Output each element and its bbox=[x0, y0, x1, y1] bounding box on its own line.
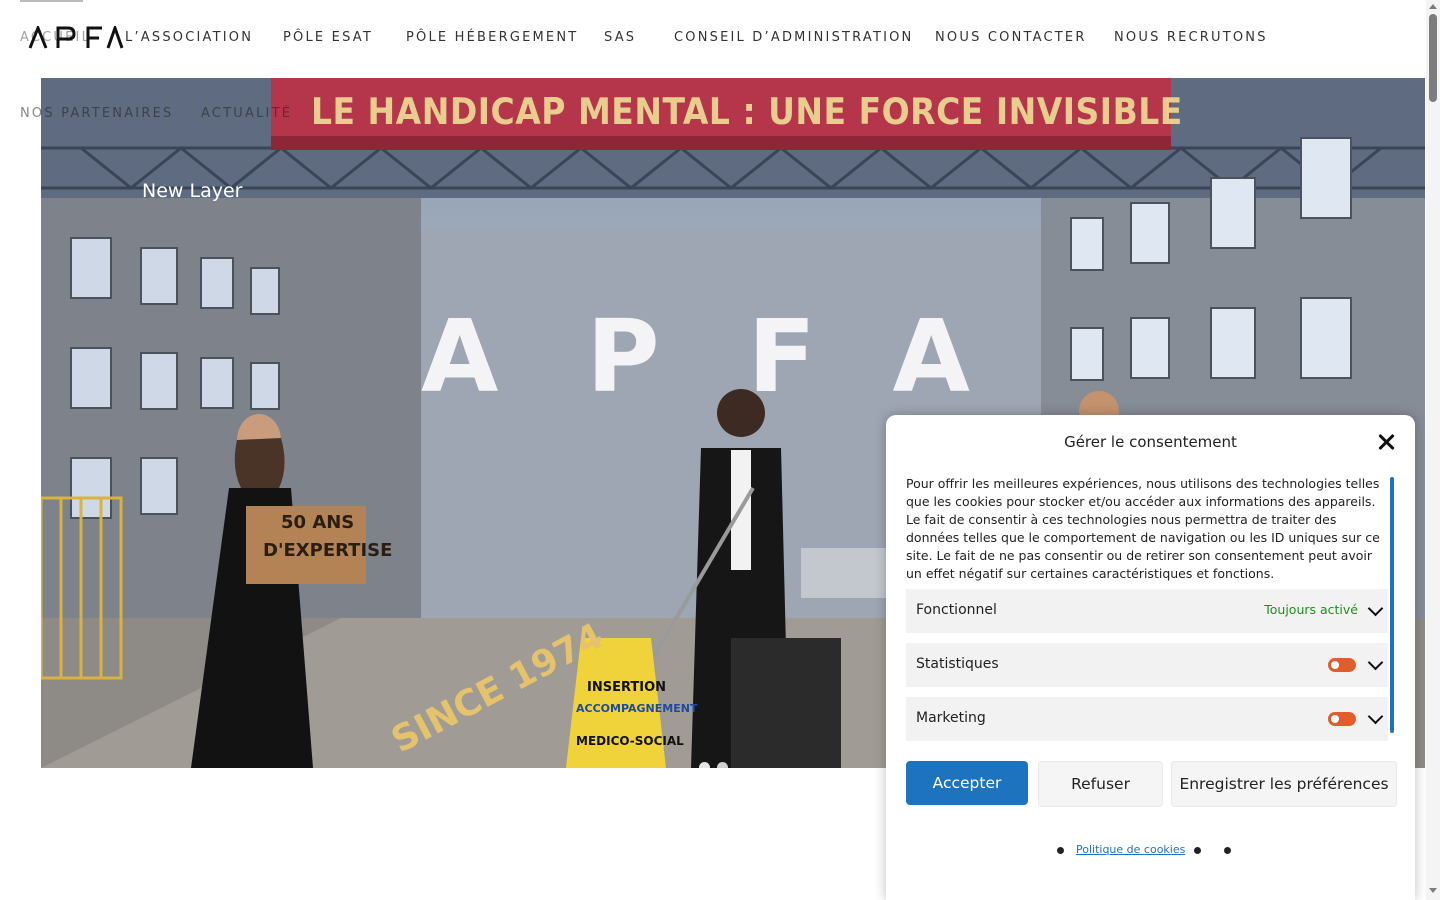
category-statistiques[interactable]: Statistiques bbox=[906, 643, 1388, 687]
refuse-button[interactable]: Refuser bbox=[1038, 761, 1163, 807]
nav-item-association[interactable]: L’association bbox=[125, 30, 253, 45]
slider-dot-1[interactable] bbox=[699, 762, 710, 768]
nav-item-recrutons[interactable]: Nous recrutons bbox=[1114, 30, 1268, 45]
hero-box-line-2: D'EXPERTISE bbox=[263, 540, 393, 561]
nav-item-pole-esat[interactable]: Pôle ESAT bbox=[283, 30, 373, 45]
always-active-label: Toujours activé bbox=[1264, 602, 1358, 617]
list-bullet bbox=[1194, 847, 1201, 854]
consent-modal: Gérer le consentement Pour offrir les me… bbox=[886, 415, 1415, 900]
active-nav-indicator bbox=[20, 0, 83, 2]
nav-item-conseil[interactable]: Conseil d’administration bbox=[674, 30, 913, 45]
page-scrollbar[interactable] bbox=[1426, 0, 1440, 900]
chevron-down-icon[interactable] bbox=[1367, 708, 1384, 725]
consent-scrollbar[interactable] bbox=[1390, 477, 1394, 733]
slider-dot-2[interactable] bbox=[717, 762, 728, 768]
hero-sign-line-2: ACCOMPAGNEMENT bbox=[576, 702, 698, 715]
marketing-toggle[interactable] bbox=[1328, 712, 1356, 726]
consent-title: Gérer le consentement bbox=[1064, 433, 1237, 451]
chevron-down-icon[interactable] bbox=[1367, 654, 1384, 671]
category-fonctionnel[interactable]: Fonctionnel Toujours activé bbox=[906, 589, 1388, 633]
hero-layer-label: New Layer bbox=[142, 180, 243, 202]
statistiques-toggle[interactable] bbox=[1328, 658, 1356, 672]
scroll-down-icon[interactable] bbox=[1429, 888, 1437, 893]
nav-item-sas[interactable]: SAS bbox=[604, 30, 636, 45]
category-label: Marketing bbox=[916, 710, 986, 726]
close-icon[interactable] bbox=[1377, 433, 1395, 451]
nav-item-actualite[interactable]: Actualité bbox=[201, 106, 292, 121]
hero-box-line-1: 50 ANS bbox=[281, 512, 355, 533]
hero-banner-text: LE HANDICAP MENTAL : UNE FORCE INVISIBLE bbox=[311, 90, 1183, 133]
nav-item-pole-hebergement[interactable]: Pôle hébergement bbox=[406, 30, 578, 45]
apfa-logo[interactable] bbox=[28, 26, 124, 50]
nav-item-partenaires[interactable]: Nos partenaires bbox=[20, 106, 173, 121]
hero-sign-line-3: MEDICO-SOCIAL bbox=[576, 734, 684, 748]
scroll-up-icon[interactable] bbox=[1429, 4, 1437, 9]
accept-button[interactable]: Accepter bbox=[906, 761, 1028, 805]
category-label: Fonctionnel bbox=[916, 602, 997, 618]
list-bullet bbox=[1057, 847, 1064, 854]
category-marketing[interactable]: Marketing bbox=[906, 697, 1388, 741]
category-label: Statistiques bbox=[916, 656, 999, 672]
nav-item-contact[interactable]: Nous contacter bbox=[935, 30, 1087, 45]
chevron-down-icon[interactable] bbox=[1367, 600, 1384, 617]
consent-description: Pour offrir les meilleures expériences, … bbox=[906, 476, 1380, 581]
page-scrollbar-thumb[interactable] bbox=[1429, 14, 1437, 102]
cookie-policy-link[interactable]: Politique de cookies bbox=[1076, 843, 1185, 856]
hero-sign-line-1: INSERTION bbox=[587, 680, 667, 695]
list-bullet bbox=[1224, 847, 1231, 854]
save-preferences-button[interactable]: Enregistrer les préférences bbox=[1171, 761, 1397, 807]
hero-wall-letters: APFA bbox=[421, 298, 1058, 415]
